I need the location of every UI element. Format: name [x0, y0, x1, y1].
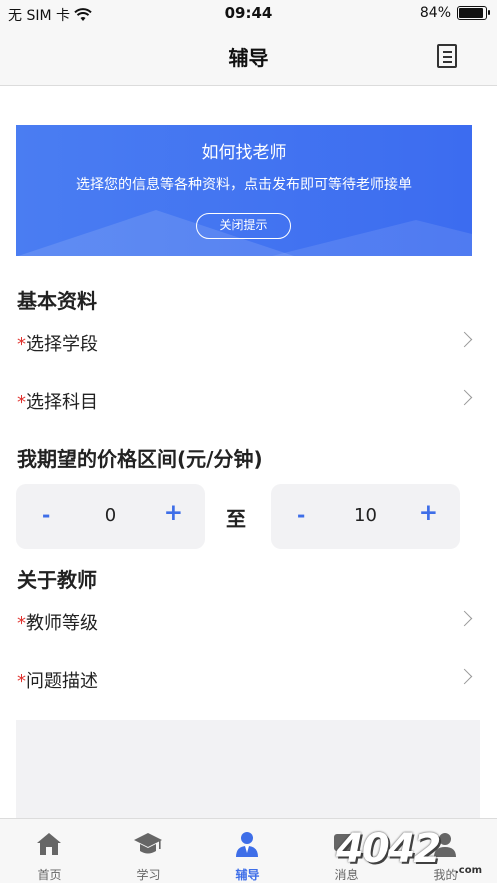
description-textarea[interactable] [16, 720, 480, 820]
nav-bar: 辅导 [0, 28, 497, 86]
status-bar: 无 SIM 卡 09:44 84% [0, 0, 497, 28]
row-label: *问题描述 [17, 667, 98, 693]
teacher-level-row[interactable]: *教师等级 [17, 601, 480, 641]
chevron-right-icon [456, 389, 473, 406]
home-icon [37, 833, 61, 855]
banner-title: 如何找老师 [201, 143, 287, 163]
required-mark: * [17, 671, 26, 692]
tip-banner: 如何找老师 选择您的信息等各种资料，点击发布即可等待老师接单 关闭提示 [16, 125, 472, 256]
tutor-person-icon [236, 832, 258, 857]
tab-label: 学习 [136, 868, 161, 882]
page-title: 辅导 [228, 46, 269, 70]
row-label: *选择科目 [17, 388, 98, 414]
about-teacher-heading: 关于教师 [17, 568, 97, 592]
chevron-right-icon [456, 668, 473, 685]
chevron-right-icon [456, 331, 473, 348]
close-tip-button[interactable]: 关闭提示 [196, 213, 291, 239]
tab-label: 首页 [37, 868, 62, 882]
select-stage-row[interactable]: *选择学段 [17, 322, 480, 362]
max-increase-button[interactable]: + [419, 500, 438, 526]
battery-icon [457, 6, 490, 20]
min-price-stepper: - 0 + [16, 484, 205, 549]
row-label: *教师等级 [17, 609, 98, 635]
battery-fill [459, 8, 483, 18]
teacher-level-label: 教师等级 [26, 613, 98, 634]
select-subject-label: 选择科目 [26, 392, 98, 413]
max-price-stepper: - 10 + [271, 484, 460, 549]
select-subject-row[interactable]: *选择科目 [17, 380, 480, 420]
banner-subtitle: 选择您的信息等各种资料，点击发布即可等待老师接单 [76, 177, 412, 193]
tab-home[interactable]: 首页 [0, 819, 99, 883]
tab-label: 辅导 [235, 868, 260, 882]
required-mark: * [17, 392, 26, 413]
watermark-text: 4042 [336, 826, 441, 872]
price-range-heading: 我期望的价格区间(元/分钟) [17, 447, 263, 471]
battery-percent: 84% [419, 5, 451, 21]
graduation-cap-icon [134, 833, 162, 854]
tab-study[interactable]: 学习 [99, 819, 198, 883]
site-watermark-logo: 4042 .com [336, 826, 486, 880]
required-mark: * [17, 334, 26, 355]
battery-group: 84% [419, 5, 490, 21]
tab-tutor[interactable]: 辅导 [198, 819, 297, 883]
min-increase-button[interactable]: + [164, 500, 183, 526]
problem-description-row[interactable]: *问题描述 [17, 659, 480, 699]
chevron-right-icon [456, 610, 473, 627]
select-stage-label: 选择学段 [26, 334, 98, 355]
row-label: *选择学段 [17, 330, 98, 356]
document-list-icon[interactable] [437, 44, 457, 68]
watermark-domain: .com [454, 865, 482, 876]
range-separator: 至 [226, 507, 246, 531]
required-mark: * [17, 613, 26, 634]
basic-info-heading: 基本资料 [17, 289, 97, 313]
problem-description-label: 问题描述 [26, 671, 98, 692]
